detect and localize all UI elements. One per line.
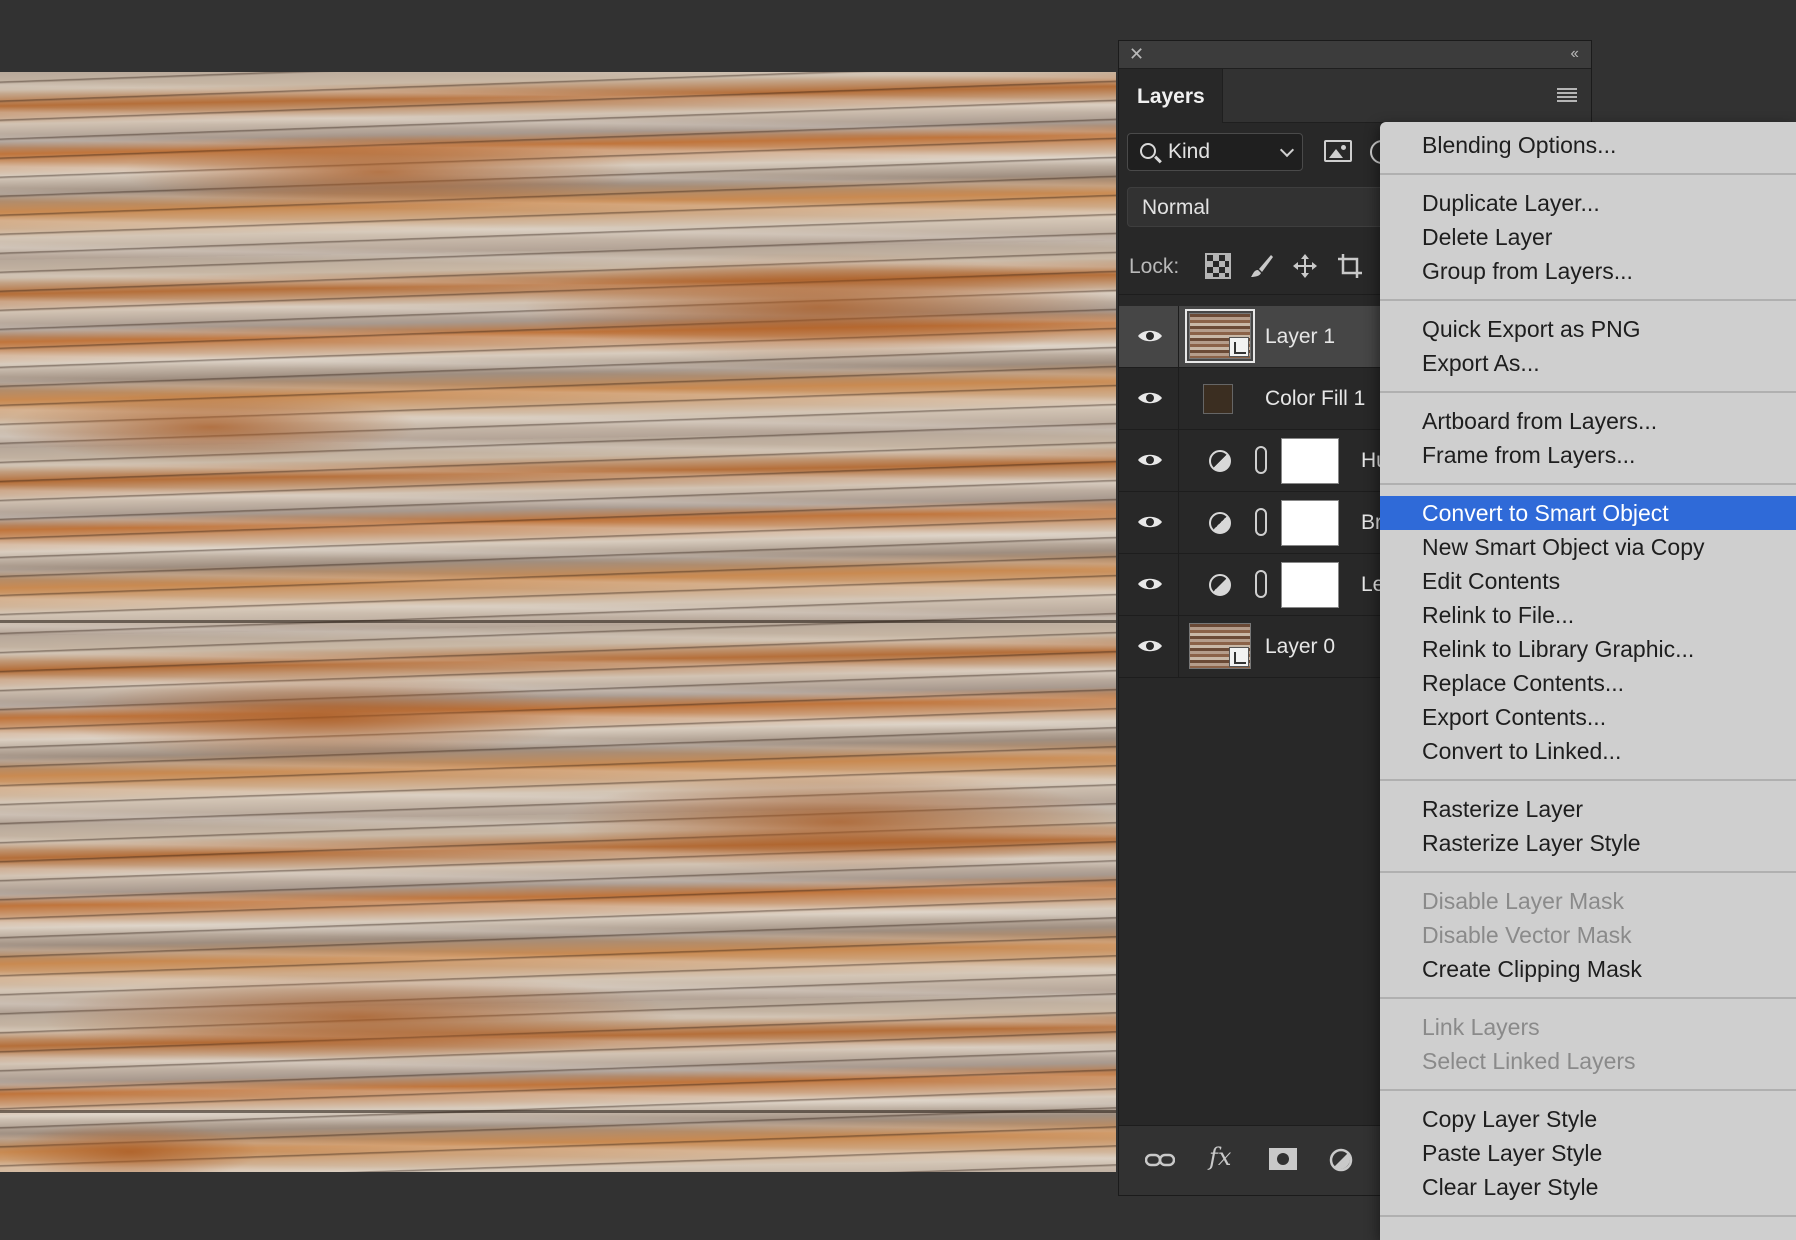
menu-item[interactable]: Paste Layer Style [1380,1136,1796,1170]
menu-separator [1380,871,1796,873]
menu-item[interactable]: Frame from Layers... [1380,438,1796,472]
collapse-panel-icon[interactable]: ‹‹ [1570,45,1579,63]
menu-item[interactable]: Export Contents... [1380,700,1796,734]
visibility-column [1119,492,1179,553]
menu-item: Disable Vector Mask [1422,922,1632,948]
lock-position-icon[interactable] [1292,253,1318,279]
layer-name[interactable]: Color Fill 1 [1265,387,1365,411]
adjustment-layer-icon[interactable] [1209,512,1231,534]
menu-item: Disable Layer Mask [1422,888,1624,914]
menu-separator [1380,1215,1796,1217]
lock-label: Lock: [1129,255,1180,278]
close-icon[interactable]: ✕ [1129,44,1144,64]
menu-item[interactable]: Blending Options... [1380,128,1796,162]
menu-item[interactable]: Rasterize Layer Style [1380,826,1796,860]
document-canvas[interactable] [0,72,1116,1172]
link-layers-icon[interactable] [1145,1152,1175,1168]
menu-item[interactable]: Delete Layer [1380,220,1796,254]
wood-grain-streak [0,1122,260,1172]
filter-kind-label: Kind [1168,140,1211,163]
layer-mask-thumbnail[interactable] [1281,562,1339,608]
menu-separator [1380,391,1796,393]
menu-item: Select Linked Layers [1422,1048,1636,1074]
menu-item[interactable]: Edit Contents [1380,564,1796,598]
menu-item[interactable]: Artboard from Layers... [1380,404,1796,438]
menu-item[interactable]: Group from Layers... [1380,254,1796,288]
wood-grain-streak [0,392,420,462]
menu-separator [1380,997,1796,999]
lock-image-pixels-icon[interactable] [1249,253,1275,279]
lock-transparent-pixels-icon[interactable] [1205,253,1231,279]
tab-layers[interactable]: Layers [1119,69,1223,123]
eye-icon[interactable] [1137,514,1163,530]
menu-item[interactable]: Replace Contents... [1380,666,1796,700]
menu-separator [1380,173,1796,175]
visibility-column [1119,368,1179,429]
visibility-column [1119,430,1179,491]
layer-thumbnail[interactable] [1189,623,1251,669]
menu-item[interactable]: Quick Export as PNG [1380,312,1796,346]
layer-thumbnail[interactable] [1185,309,1255,363]
pixel-layer-filter-icon[interactable] [1324,140,1352,162]
add-mask-icon[interactable] [1269,1148,1297,1170]
menu-item[interactable]: Relink to Library Graphic... [1380,632,1796,666]
chevron-down-icon [1279,142,1295,158]
eye-icon[interactable] [1137,390,1163,406]
layer-mask-thumbnail[interactable] [1281,500,1339,546]
panel-menu-icon[interactable] [1557,88,1577,102]
layer-context-menu: Blending Options... Duplicate Layer... Del… [1380,122,1796,1240]
plank-seam [0,1110,1116,1113]
menu-item[interactable]: Create Clipping Mask [1380,952,1796,986]
menu-item[interactable]: Convert to Linked... [1380,734,1796,768]
layer-mask-thumbnail[interactable] [1281,438,1339,484]
lock-artboard-icon[interactable] [1337,253,1363,279]
wood-grain-streak [560,772,1116,872]
wood-grain-streak [40,972,680,1062]
visibility-column [1119,306,1179,367]
new-adjustment-layer-icon[interactable] [1329,1148,1355,1174]
adjustment-layer-icon[interactable] [1209,450,1231,472]
blend-mode-label: Normal [1142,196,1210,219]
smart-object-badge-icon [1229,337,1249,357]
panel-title-bar: ✕ ‹‹ [1119,41,1591,69]
color-fill-swatch[interactable] [1203,384,1233,414]
layer-style-fx-icon[interactable]: fx [1209,1143,1231,1171]
layer-name[interactable]: Br [1361,511,1382,535]
link-icon[interactable] [1255,508,1267,536]
smart-object-badge-icon [1229,647,1249,667]
wood-grain-streak [120,132,640,212]
menu-separator [1380,1089,1796,1091]
menu-item[interactable]: Export As... [1380,346,1796,380]
search-icon [1140,143,1156,159]
menu-item[interactable]: Rasterize Layer [1380,792,1796,826]
menu-item[interactable]: Copy Layer Style [1380,1102,1796,1136]
layer-name[interactable]: Layer 1 [1265,325,1335,349]
eye-icon[interactable] [1137,452,1163,468]
menu-item[interactable]: Clear Layer Style [1380,1170,1796,1204]
visibility-column [1119,554,1179,615]
menu-separator [1380,779,1796,781]
eye-icon[interactable] [1137,576,1163,592]
link-icon[interactable] [1255,446,1267,474]
menu-item[interactable]: Relink to File... [1380,598,1796,632]
plank-seam [0,620,1116,623]
menu-item[interactable]: New Smart Object via Copy [1380,530,1796,564]
menu-item[interactable]: Convert to Smart Object [1380,496,1796,530]
menu-separator [1380,483,1796,485]
wood-grain-streak [520,252,1116,362]
eye-icon[interactable] [1137,638,1163,654]
filter-kind-select[interactable]: Kind [1127,133,1303,171]
wood-grain-streak [60,672,580,762]
menu-item[interactable]: Duplicate Layer... [1380,186,1796,220]
visibility-column [1119,616,1179,677]
menu-item: Link Layers [1422,1014,1540,1040]
layer-name[interactable]: Layer 0 [1265,635,1335,659]
menu-separator [1380,299,1796,301]
eye-icon[interactable] [1137,328,1163,344]
link-icon[interactable] [1255,570,1267,598]
adjustment-layer-icon[interactable] [1209,574,1231,596]
panel-tab-row: Layers [1119,69,1591,123]
